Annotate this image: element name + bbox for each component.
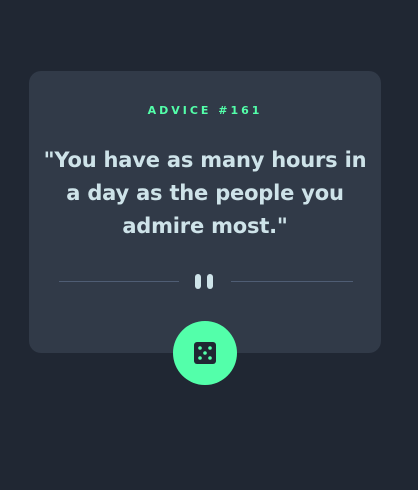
divider-right-line [231,281,353,282]
advice-card: ADVICE #161 "You have as many hours in a… [29,71,381,353]
pause-icon [195,274,217,289]
pause-icon-bar-left [195,274,201,289]
pause-icon-bar-right [207,274,213,289]
advice-page: ADVICE #161 "You have as many hours in a… [0,0,418,490]
divider-left-line [59,281,179,282]
generate-advice-button[interactable] [173,321,237,385]
dice-icon [194,342,216,364]
advice-number: ADVICE #161 [147,104,263,117]
advice-quote: "You have as many hours in a day as the … [43,148,367,238]
